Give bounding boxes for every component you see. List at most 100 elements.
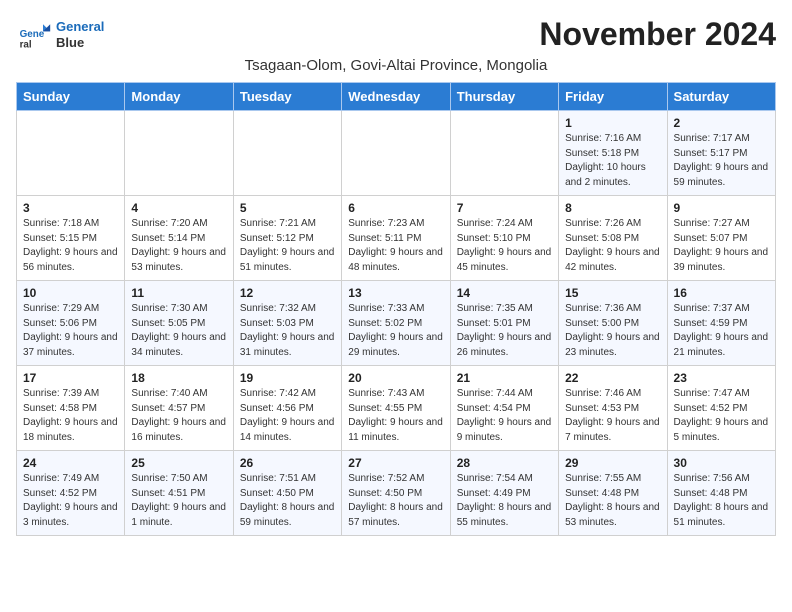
day-info: Sunrise: 7:26 AMSunset: 5:08 PMDaylight:… — [565, 217, 660, 275]
calendar-cell: 25 Sunrise: 7:50 AMSunset: 4:51 PMDayligh… — [125, 451, 233, 536]
day-number: 21 — [457, 371, 552, 385]
logo-line1: General — [56, 19, 104, 34]
calendar-cell: 10 Sunrise: 7:29 AMSunset: 5:06 PMDayligh… — [17, 281, 125, 366]
day-number: 18 — [131, 371, 226, 385]
day-number: 6 — [348, 201, 443, 215]
day-number: 28 — [457, 456, 552, 470]
day-info: Sunrise: 7:51 AMSunset: 4:50 PMDaylight:… — [240, 472, 335, 530]
day-number: 4 — [131, 201, 226, 215]
day-number: 9 — [674, 201, 769, 215]
calendar-cell: 22Sunrise: 7:46 AMSunset: 4:53 PMDayligh… — [559, 366, 667, 451]
day-info: Sunrise: 7:33 AMSunset: 5:02 PMDaylight:… — [348, 302, 443, 360]
day-number: 3 — [23, 201, 118, 215]
day-number: 13 — [348, 286, 443, 300]
day-info: Sunrise: 7:42 AMSunset: 4:56 PMDaylight:… — [240, 387, 335, 445]
calendar-cell: 9 Sunrise: 7:27 AMSunset: 5:07 PMDaylight… — [667, 196, 775, 281]
logo-text: General Blue — [56, 19, 104, 50]
day-info: Sunrise: 7:50 AMSunset: 4:51 PMDaylight:… — [131, 472, 226, 530]
day-number: 10 — [23, 286, 118, 300]
calendar-cell: 30 Sunrise: 7:56 AMSunset: 4:48 PMDayligh… — [667, 451, 775, 536]
day-number: 30 — [674, 456, 769, 470]
day-info: Sunrise: 7:29 AMSunset: 5:06 PMDaylight:… — [23, 302, 118, 360]
calendar-cell — [450, 111, 558, 196]
day-info: Sunrise: 7:55 AMSunset: 4:48 PMDaylight:… — [565, 472, 660, 530]
day-info: Sunrise: 7:49 AMSunset: 4:52 PMDaylight:… — [23, 472, 118, 530]
day-info: Sunrise: 7:43 AMSunset: 4:55 PMDaylight:… — [348, 387, 443, 445]
calendar-cell: 26 Sunrise: 7:51 AMSunset: 4:50 PMDayligh… — [233, 451, 341, 536]
day-info: Sunrise: 7:30 AMSunset: 5:05 PMDaylight:… — [131, 302, 226, 360]
header-row: SundayMondayTuesdayWednesdayThursdayFrid… — [17, 83, 776, 111]
logo: Gene ral General Blue — [16, 17, 104, 53]
column-header-saturday: Saturday — [667, 83, 775, 111]
week-row-5: 24Sunrise: 7:49 AMSunset: 4:52 PMDayligh… — [17, 451, 776, 536]
calendar-cell: 7Sunrise: 7:24 AMSunset: 5:10 PMDaylight… — [450, 196, 558, 281]
day-info: Sunrise: 7:21 AMSunset: 5:12 PMDaylight:… — [240, 217, 335, 275]
day-number: 11 — [131, 286, 226, 300]
day-info: Sunrise: 7:37 AMSunset: 4:59 PMDaylight:… — [674, 302, 769, 360]
day-number: 16 — [674, 286, 769, 300]
day-number: 26 — [240, 456, 335, 470]
day-info: Sunrise: 7:24 AMSunset: 5:10 PMDaylight:… — [457, 217, 552, 275]
calendar-cell — [233, 111, 341, 196]
week-row-2: 3 Sunrise: 7:18 AMSunset: 5:15 PMDaylight… — [17, 196, 776, 281]
day-number: 27 — [348, 456, 443, 470]
calendar-cell: 20 Sunrise: 7:43 AMSunset: 4:55 PMDayligh… — [342, 366, 450, 451]
column-header-monday: Monday — [125, 83, 233, 111]
day-info: Sunrise: 7:32 AMSunset: 5:03 PMDaylight:… — [240, 302, 335, 360]
page-subtitle: Tsagaan-Olom, Govi-Altai Province, Mongo… — [16, 57, 776, 74]
day-info: Sunrise: 7:36 AMSunset: 5:00 PMDaylight:… — [565, 302, 660, 360]
day-number: 2 — [674, 116, 769, 130]
calendar-cell: 18 Sunrise: 7:40 AMSunset: 4:57 PMDayligh… — [125, 366, 233, 451]
calendar-cell: 21Sunrise: 7:44 AMSunset: 4:54 PMDayligh… — [450, 366, 558, 451]
calendar-cell: 19Sunrise: 7:42 AMSunset: 4:56 PMDayligh… — [233, 366, 341, 451]
day-info: Sunrise: 7:16 AMSunset: 5:18 PMDaylight:… — [565, 132, 660, 190]
day-info: Sunrise: 7:35 AMSunset: 5:01 PMDaylight:… — [457, 302, 552, 360]
column-header-tuesday: Tuesday — [233, 83, 341, 111]
calendar-cell: 29 Sunrise: 7:55 AMSunset: 4:48 PMDayligh… — [559, 451, 667, 536]
calendar-cell: 3 Sunrise: 7:18 AMSunset: 5:15 PMDaylight… — [17, 196, 125, 281]
day-number: 20 — [348, 371, 443, 385]
calendar-cell: 12 Sunrise: 7:32 AMSunset: 5:03 PMDayligh… — [233, 281, 341, 366]
calendar-cell — [342, 111, 450, 196]
day-number: 23 — [674, 371, 769, 385]
calendar-cell: 13 Sunrise: 7:33 AMSunset: 5:02 PMDayligh… — [342, 281, 450, 366]
day-info: Sunrise: 7:56 AMSunset: 4:48 PMDaylight:… — [674, 472, 769, 530]
calendar-cell: 27 Sunrise: 7:52 AMSunset: 4:50 PMDayligh… — [342, 451, 450, 536]
day-info: Sunrise: 7:52 AMSunset: 4:50 PMDaylight:… — [348, 472, 443, 530]
day-number: 29 — [565, 456, 660, 470]
calendar-cell: 2 Sunrise: 7:17 AMSunset: 5:17 PMDaylight… — [667, 111, 775, 196]
week-row-1: 1 Sunrise: 7:16 AMSunset: 5:18 PMDaylight… — [17, 111, 776, 196]
week-row-3: 10 Sunrise: 7:29 AMSunset: 5:06 PMDayligh… — [17, 281, 776, 366]
calendar-table: SundayMondayTuesdayWednesdayThursdayFrid… — [16, 82, 776, 536]
svg-text:ral: ral — [20, 39, 32, 50]
day-info: Sunrise: 7:46 AMSunset: 4:53 PMDaylight:… — [565, 387, 660, 445]
calendar-cell: 15Sunrise: 7:36 AMSunset: 5:00 PMDayligh… — [559, 281, 667, 366]
calendar-cell: 8 Sunrise: 7:26 AMSunset: 5:08 PMDaylight… — [559, 196, 667, 281]
column-header-sunday: Sunday — [17, 83, 125, 111]
calendar-cell: 6 Sunrise: 7:23 AMSunset: 5:11 PMDaylight… — [342, 196, 450, 281]
day-info: Sunrise: 7:17 AMSunset: 5:17 PMDaylight:… — [674, 132, 769, 190]
calendar-cell: 1 Sunrise: 7:16 AMSunset: 5:18 PMDaylight… — [559, 111, 667, 196]
day-number: 8 — [565, 201, 660, 215]
calendar-cell: 14 Sunrise: 7:35 AMSunset: 5:01 PMDayligh… — [450, 281, 558, 366]
day-number: 25 — [131, 456, 226, 470]
calendar-cell: 4 Sunrise: 7:20 AMSunset: 5:14 PMDaylight… — [125, 196, 233, 281]
day-info: Sunrise: 7:27 AMSunset: 5:07 PMDaylight:… — [674, 217, 769, 275]
calendar-cell: 11 Sunrise: 7:30 AMSunset: 5:05 PMDayligh… — [125, 281, 233, 366]
calendar-header: SundayMondayTuesdayWednesdayThursdayFrid… — [17, 83, 776, 111]
day-number: 14 — [457, 286, 552, 300]
calendar-cell: 28Sunrise: 7:54 AMSunset: 4:49 PMDayligh… — [450, 451, 558, 536]
calendar-cell — [125, 111, 233, 196]
day-info: Sunrise: 7:20 AMSunset: 5:14 PMDaylight:… — [131, 217, 226, 275]
day-number: 1 — [565, 116, 660, 130]
day-number: 12 — [240, 286, 335, 300]
day-info: Sunrise: 7:40 AMSunset: 4:57 PMDaylight:… — [131, 387, 226, 445]
day-number: 17 — [23, 371, 118, 385]
day-info: Sunrise: 7:23 AMSunset: 5:11 PMDaylight:… — [348, 217, 443, 275]
day-info: Sunrise: 7:18 AMSunset: 5:15 PMDaylight:… — [23, 217, 118, 275]
day-info: Sunrise: 7:47 AMSunset: 4:52 PMDaylight:… — [674, 387, 769, 445]
calendar-cell: 23 Sunrise: 7:47 AMSunset: 4:52 PMDayligh… — [667, 366, 775, 451]
calendar-cell: 5 Sunrise: 7:21 AMSunset: 5:12 PMDaylight… — [233, 196, 341, 281]
calendar-cell: 17Sunrise: 7:39 AMSunset: 4:58 PMDayligh… — [17, 366, 125, 451]
day-number: 5 — [240, 201, 335, 215]
